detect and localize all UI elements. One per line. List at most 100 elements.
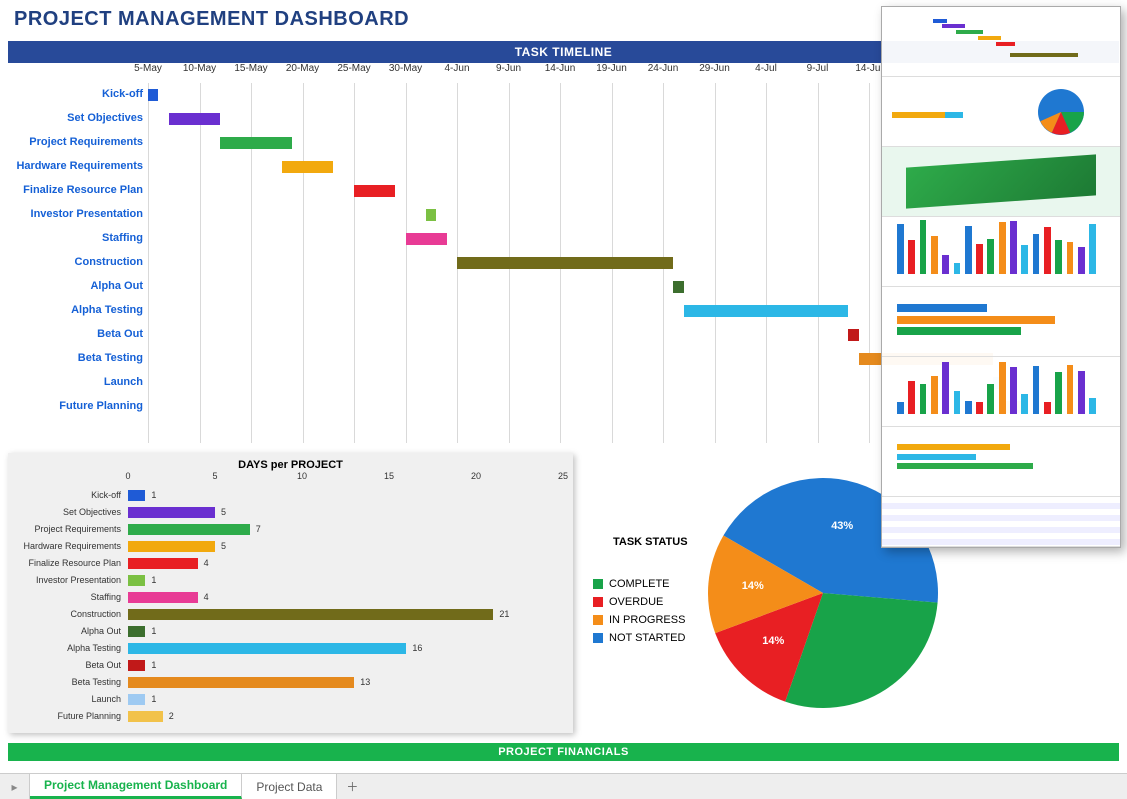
dpp-label: Finalize Resource Plan xyxy=(8,558,121,568)
dpp-value: 7 xyxy=(256,524,261,534)
pie-label: 43% xyxy=(831,520,853,532)
sheet-nav-prev[interactable]: ▸ xyxy=(0,774,30,799)
gantt-bar xyxy=(684,305,849,317)
legend-row: NOT STARTED xyxy=(593,632,688,644)
gantt-bar xyxy=(354,185,395,197)
dpp-value: 21 xyxy=(499,609,509,619)
dpp-tick: 5 xyxy=(212,471,217,481)
task-status-title: TASK STATUS xyxy=(613,536,688,548)
gantt-bar xyxy=(169,113,221,125)
gantt-date-label: 19-Jun xyxy=(596,63,627,74)
dpp-bar xyxy=(128,524,250,535)
gantt-task-label: Project Requirements xyxy=(8,136,143,148)
dpp-row: Staffing4 xyxy=(8,589,563,606)
dpp-row: Hardware Requirements 5 xyxy=(8,538,563,555)
gantt-date-label: 9-Jul xyxy=(807,63,829,74)
legend-label: IN PROGRESS xyxy=(609,614,685,626)
gantt-task-label: Beta Out xyxy=(8,328,143,340)
tab-dashboard[interactable]: Project Management Dashboard xyxy=(30,774,242,799)
gantt-date-label: 4-Jul xyxy=(755,63,777,74)
add-sheet-button[interactable]: ＋ xyxy=(337,774,367,799)
sheet-tabs: ▸ Project Management Dashboard Project D… xyxy=(0,773,1127,799)
gantt-date-label: 29-Jun xyxy=(699,63,730,74)
gantt-task-label: Finalize Resource Plan xyxy=(8,184,143,196)
dpp-tick: 20 xyxy=(471,471,481,481)
legend-swatch xyxy=(593,615,603,625)
dpp-value: 5 xyxy=(221,541,226,551)
dpp-label: Hardware Requirements xyxy=(8,541,121,551)
gantt-date-label: 14-Jun xyxy=(545,63,576,74)
gantt-bar xyxy=(148,89,158,101)
gantt-date-label: 9-Jun xyxy=(496,63,521,74)
days-per-project-title: DAYS per PROJECT xyxy=(18,459,563,471)
gantt-task-label: Hardware Requirements xyxy=(8,160,143,172)
legend-label: COMPLETE xyxy=(609,578,670,590)
dpp-value: 13 xyxy=(360,677,370,687)
gantt-task-label: Alpha Out xyxy=(8,280,143,292)
dpp-value: 1 xyxy=(151,490,156,500)
gantt-task-label: Alpha Testing xyxy=(8,304,143,316)
gantt-bar xyxy=(406,233,447,245)
dpp-label: Staffing xyxy=(8,592,121,602)
dpp-row: Alpha Out1 xyxy=(8,623,563,640)
legend-row: IN PROGRESS xyxy=(593,614,688,626)
gantt-task-label: Investor Presentation xyxy=(8,208,143,220)
gantt-date-label: 20-May xyxy=(286,63,319,74)
pie-label: 14% xyxy=(742,580,764,592)
gantt-bar xyxy=(848,329,858,341)
gantt-date-label: 25-May xyxy=(337,63,370,74)
dpp-bar xyxy=(128,558,198,569)
dpp-row: Future Planning2 xyxy=(8,708,563,725)
tab-project-data[interactable]: Project Data xyxy=(242,774,337,799)
dpp-row: Finalize Resource Plan 4 xyxy=(8,555,563,572)
dpp-row: Alpha Testing16 xyxy=(8,640,563,657)
dpp-tick: 25 xyxy=(558,471,568,481)
dpp-row: Investor Presentation 1 xyxy=(8,572,563,589)
dpp-value: 4 xyxy=(204,558,209,568)
dpp-label: Kick-off xyxy=(8,490,121,500)
dpp-bar xyxy=(128,507,215,518)
gantt-task-label: Beta Testing xyxy=(8,352,143,364)
gantt-bar xyxy=(673,281,683,293)
dpp-row: Beta Out1 xyxy=(8,657,563,674)
gantt-bar xyxy=(220,137,292,149)
dpp-label: Construction xyxy=(8,609,121,619)
gantt-task-label: Set Objectives xyxy=(8,112,143,124)
legend-swatch xyxy=(593,579,603,589)
gantt-date-label: 14-Jul xyxy=(855,63,882,74)
dpp-label: Launch xyxy=(8,694,121,704)
dpp-label: Alpha Out xyxy=(8,626,121,636)
legend-swatch xyxy=(593,597,603,607)
status-legend: COMPLETE OVERDUE IN PROGRESS NOT STARTED xyxy=(593,578,688,644)
dpp-label: Investor Presentation xyxy=(8,575,121,585)
dpp-tick: 0 xyxy=(125,471,130,481)
legend-row: OVERDUE xyxy=(593,596,688,608)
pie-label: 14% xyxy=(762,635,784,647)
dpp-bar xyxy=(128,575,145,586)
dpp-label: Alpha Testing xyxy=(8,643,121,653)
thumbnail-overlay xyxy=(881,6,1121,548)
dpp-bar xyxy=(128,711,163,722)
dpp-value: 5 xyxy=(221,507,226,517)
financials-header: PROJECT FINANCIALS xyxy=(8,743,1119,761)
dpp-value: 1 xyxy=(151,575,156,585)
dpp-row: Kick-off 1 xyxy=(8,487,563,504)
gantt-date-label: 15-May xyxy=(234,63,267,74)
gantt-date-label: 30-May xyxy=(389,63,422,74)
dpp-row: Set Objectives 5 xyxy=(8,504,563,521)
gantt-task-label: Launch xyxy=(8,376,143,388)
gantt-bar xyxy=(282,161,334,173)
dpp-label: Beta Testing xyxy=(8,677,121,687)
dpp-bar xyxy=(128,592,198,603)
dpp-row: Construction 21 xyxy=(8,606,563,623)
dpp-value: 1 xyxy=(151,660,156,670)
gantt-date-label: 5-May xyxy=(134,63,162,74)
gantt-bar xyxy=(426,209,436,221)
dpp-bar xyxy=(128,677,354,688)
dpp-label: Set Objectives xyxy=(8,507,121,517)
gantt-task-label: Staffing xyxy=(8,232,143,244)
gantt-task-label: Kick-off xyxy=(8,88,143,100)
gantt-date-label: 10-May xyxy=(183,63,216,74)
legend-label: OVERDUE xyxy=(609,596,663,608)
gantt-task-label: Future Planning xyxy=(8,400,143,412)
